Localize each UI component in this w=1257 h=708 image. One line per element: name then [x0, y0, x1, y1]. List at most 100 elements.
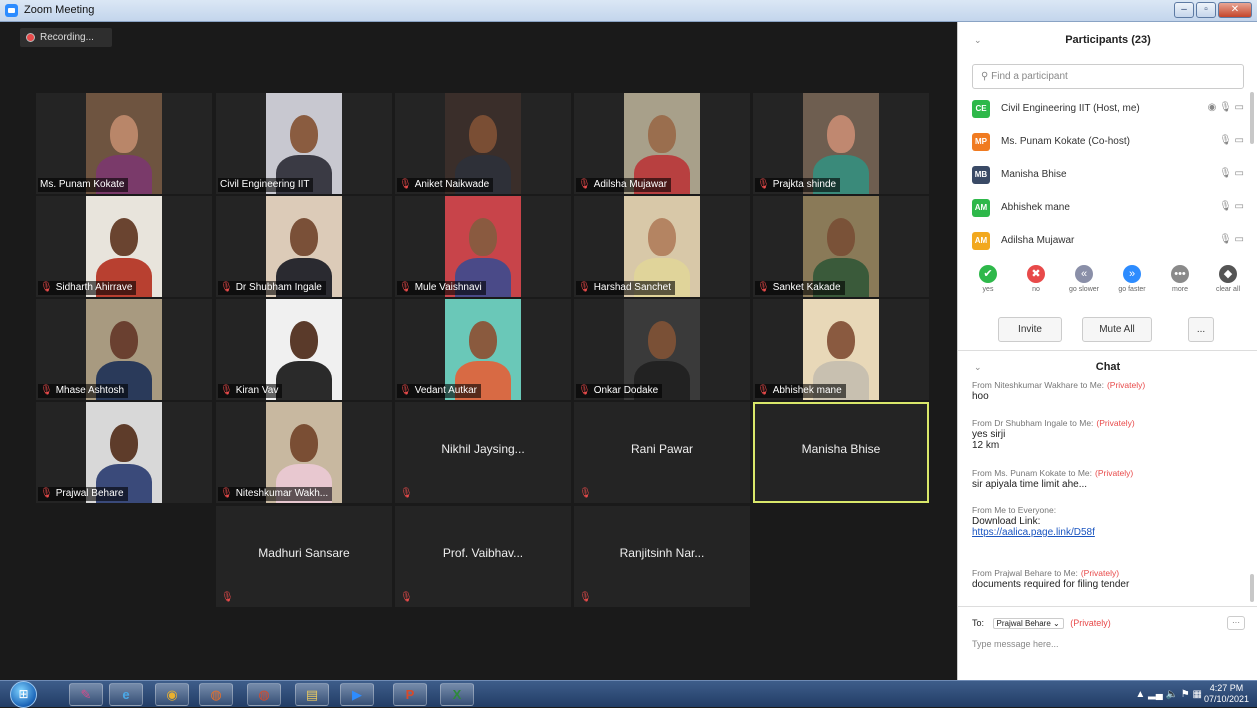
participant-tile[interactable]: 🎙 Aniket Naikwade — [395, 93, 571, 194]
mute-all-button[interactable]: Mute All — [1082, 317, 1152, 342]
participant-search-input[interactable]: ⚲ Find a participant — [972, 64, 1244, 89]
participant-tile[interactable]: 🎙 Prajwal Behare — [36, 402, 212, 503]
participant-tile[interactable]: 🎙 Sanket Kakade — [753, 196, 929, 297]
participant-tile[interactable]: Madhuri Sansare 🎙 — [216, 506, 392, 607]
participant-name-label: 🎙 Mhase Ashtosh — [38, 384, 129, 398]
participant-tile[interactable]: 🎙 Adilsha Mujawar — [574, 93, 750, 194]
participant-row[interactable]: AM Abhishek mane 🎙 ▭ — [958, 191, 1257, 224]
window-title: Zoom Meeting — [24, 4, 95, 16]
reaction-button[interactable]: « go slower — [1064, 265, 1104, 293]
participant-row[interactable]: CE Civil Engineering IIT (Host, me) ◉ 🎙 ▭ — [958, 92, 1257, 125]
ie-icon[interactable]: e — [109, 683, 143, 706]
participant-tile[interactable]: 🎙 Sidharth Ahirrave — [36, 196, 212, 297]
participant-tile[interactable]: Rani Pawar 🎙 — [574, 402, 750, 503]
participant-name: Sidharth Ahirrave — [55, 282, 133, 293]
chat-message-input[interactable]: Type message here... — [972, 639, 1242, 650]
muted-mic-icon: 🎙 — [220, 385, 233, 396]
participant-tile[interactable]: 🎙 Prajkta shinde — [753, 93, 929, 194]
participant-tile[interactable]: Manisha Bhise — [753, 402, 929, 503]
start-button[interactable]: ⊞ — [10, 681, 37, 708]
chrome-icon[interactable]: ◉ — [155, 683, 189, 706]
participant-tile[interactable]: Nikhil Jaysing... 🎙 — [395, 402, 571, 503]
participant-name: Niteshkumar Wakh... — [235, 488, 329, 499]
reaction-button[interactable]: » go faster — [1112, 265, 1152, 293]
person-head — [648, 218, 676, 256]
participant-row[interactable]: MP Ms. Punam Kokate (Co-host) 🎙 ▭ — [958, 125, 1257, 158]
participant-tile[interactable]: 🎙 Dr Shubham Ingale — [216, 196, 392, 297]
person-head — [827, 115, 855, 153]
participant-name-label: 🎙 Onkar Dodake — [576, 384, 663, 398]
paint-icon[interactable]: ✎ — [69, 683, 103, 706]
chat-sender: From Prajwal Behare to Me: (Privately) — [972, 568, 1242, 579]
participant-name: Rani Pawar — [630, 442, 694, 456]
person-head — [290, 218, 318, 256]
participant-name: Manisha Bhise — [801, 442, 881, 456]
participant-row[interactable]: AM Adilsha Mujawar 🎙 ▭ — [958, 224, 1257, 257]
participant-name-label: 🎙 Vedant Autkar — [397, 384, 481, 398]
taskbar-clock[interactable]: 4:27 PM 07/10/2021 — [1204, 683, 1249, 705]
chat-text: yes sirji 12 km — [972, 429, 1006, 451]
reaction-button[interactable]: ✖ no — [1016, 265, 1056, 293]
recipient-select[interactable]: Prajwal Behare ⌄ — [992, 618, 1064, 629]
participant-tile[interactable]: Civil Engineering IIT — [216, 93, 392, 194]
participant-name: Ms. Punam Kokate — [40, 179, 125, 190]
recording-label: Recording... — [40, 32, 94, 43]
zoom-icon[interactable]: ▶ — [340, 683, 374, 706]
participant-tile[interactable]: 🎙 Niteshkumar Wakh... — [216, 402, 392, 503]
participant-name-label: Ms. Punam Kokate — [38, 178, 129, 192]
more-options-button[interactable]: ... — [1188, 317, 1214, 342]
participant-row[interactable]: MB Manisha Bhise 🎙 ▭ — [958, 158, 1257, 191]
chat-input-divider — [958, 606, 1257, 607]
reaction-button[interactable]: ◆ clear all — [1208, 265, 1248, 293]
chat-collapse-chevron-icon[interactable]: ⌄ — [974, 352, 982, 382]
participant-tile[interactable]: 🎙 Mhase Ashtosh — [36, 299, 212, 400]
side-panel: ⌄ Participants (23) ⚲ Find a participant… — [957, 22, 1257, 680]
person-head — [110, 115, 138, 153]
invite-button[interactable]: Invite — [998, 317, 1062, 342]
folder-icon[interactable]: ▤ — [295, 683, 329, 706]
participant-tile[interactable]: 🎙 Harshad Sanchet — [574, 196, 750, 297]
participant-name-label: 🎙 Mule Vaishnavi — [397, 281, 486, 295]
restore-button[interactable]: ▫ — [1196, 2, 1216, 18]
minimize-button[interactable]: – — [1174, 2, 1194, 18]
participant-tile[interactable]: 🎙 Abhishek mane — [753, 299, 929, 400]
person-head — [110, 218, 138, 256]
participant-name: Madhuri Sansare — [258, 546, 350, 560]
collapse-chevron-icon[interactable]: ⌄ — [974, 22, 982, 58]
search-icon: ⚲ — [981, 71, 992, 82]
chat-more-button[interactable]: ··· — [1227, 616, 1245, 630]
system-tray-icons[interactable]: ▲ ▂▄ 🔈 ⚑ ▦ — [1135, 689, 1202, 700]
participant-tile[interactable]: 🎙 Kiran Vav — [216, 299, 392, 400]
firefox-icon[interactable]: ◍ — [199, 683, 233, 706]
participant-list: CE Civil Engineering IIT (Host, me) ◉ 🎙 ▭ M… — [958, 92, 1257, 257]
participant-tile[interactable]: 🎙 Onkar Dodake — [574, 299, 750, 400]
close-button[interactable]: ✕ — [1218, 2, 1252, 18]
participant-tile[interactable]: 🎙 Mule Vaishnavi — [395, 196, 571, 297]
person-head — [827, 321, 855, 359]
firefox-alt-icon[interactable]: ◍ — [247, 683, 281, 706]
participant-name-label: 🎙 Prajwal Behare — [38, 487, 128, 501]
chat-scrollbar[interactable] — [1250, 574, 1254, 602]
reaction-button[interactable]: ✔ yes — [968, 265, 1008, 293]
muted-mic-icon: 🎙 — [399, 282, 412, 293]
participant-name: Adilsha Mujawar — [593, 179, 668, 190]
powerpoint-icon[interactable]: P — [393, 683, 427, 706]
participants-scrollbar[interactable] — [1250, 92, 1254, 144]
reaction-icon: ✔ — [979, 265, 997, 283]
chat-text: hoo — [972, 391, 989, 402]
reaction-button[interactable]: ••• more — [1160, 265, 1200, 293]
participant-tile[interactable]: Ms. Punam Kokate — [36, 93, 212, 194]
chat-link[interactable]: https://aalica.page.link/D58f — [972, 527, 1095, 538]
chat-sender: From Ms. Punam Kokate to Me: (Privately) — [972, 468, 1242, 479]
chat-text: documents required for filing tender — [972, 579, 1130, 590]
muted-mic-icon: 🎙 — [578, 179, 591, 190]
person-head — [469, 321, 497, 359]
participant-tile[interactable]: Prof. Vaibhav... 🎙 — [395, 506, 571, 607]
participant-tile[interactable]: Ranjitsinh Nar... 🎙 — [574, 506, 750, 607]
recording-indicator[interactable]: Recording... — [20, 28, 112, 47]
excel-icon[interactable]: X — [440, 683, 474, 706]
muted-mic-icon: 🎙 — [40, 282, 53, 293]
muted-mic-icon: 🎙 — [579, 488, 592, 499]
privately-tag: (Privately) — [1106, 380, 1146, 390]
participant-tile[interactable]: 🎙 Vedant Autkar — [395, 299, 571, 400]
